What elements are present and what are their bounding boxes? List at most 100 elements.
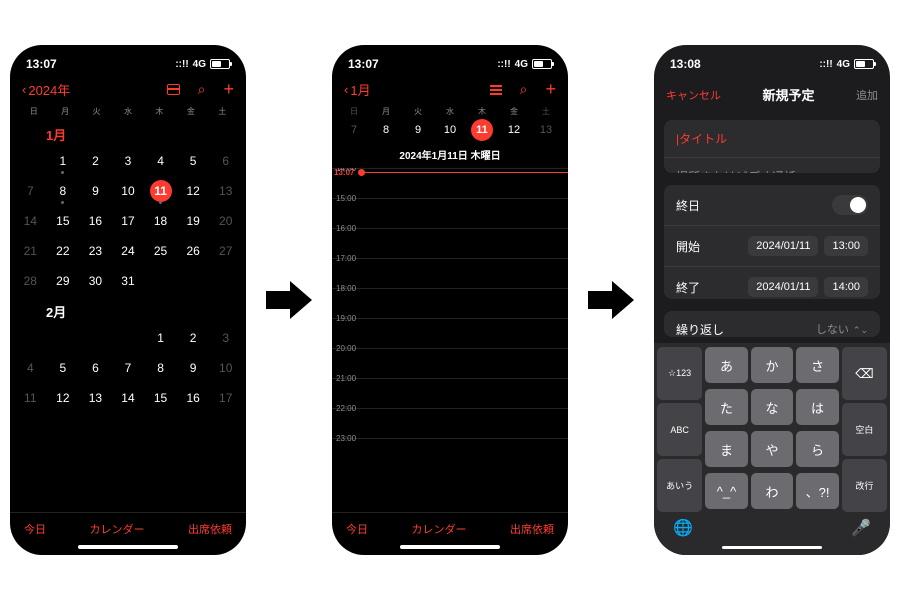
day-cell[interactable]: 11	[14, 383, 47, 413]
day-cell[interactable]: 13	[209, 176, 242, 206]
home-indicator[interactable]	[722, 546, 822, 549]
day-cell[interactable]: 19	[177, 206, 210, 236]
day-cell[interactable]: 3	[112, 146, 145, 176]
day-strip-cell[interactable]: 火9	[402, 106, 434, 141]
hour-row[interactable]: 19:00	[332, 318, 568, 348]
hour-row[interactable]: 21:00	[332, 378, 568, 408]
day-cell[interactable]: 6	[209, 146, 242, 176]
back-button[interactable]: ‹ 1月	[344, 80, 371, 99]
list-toggle-icon[interactable]	[490, 85, 502, 95]
end-time-pill[interactable]: 14:00	[824, 277, 868, 297]
day-cell[interactable]: 18	[144, 206, 177, 236]
hour-row[interactable]: 16:00	[332, 228, 568, 258]
inbox-button[interactable]: 出席依頼	[188, 521, 232, 537]
start-date-pill[interactable]: 2024/01/11	[748, 236, 818, 256]
key[interactable]: ら	[796, 431, 839, 467]
add-button[interactable]: 追加	[856, 87, 878, 103]
day-cell[interactable]: 2	[79, 146, 112, 176]
globe-icon[interactable]: 🌐	[673, 518, 693, 538]
allday-toggle[interactable]	[832, 195, 868, 215]
day-cell[interactable]: 25	[144, 236, 177, 266]
key-return[interactable]: 改行	[842, 459, 887, 512]
day-cell[interactable]: 12	[177, 176, 210, 206]
day-cell[interactable]: 23	[79, 236, 112, 266]
day-strip-cell[interactable]: 金12	[498, 106, 530, 141]
key[interactable]: ^_^	[705, 473, 748, 509]
end-date-pill[interactable]: 2024/01/11	[748, 277, 818, 297]
day-cell[interactable]: 7	[14, 176, 47, 206]
end-row[interactable]: 終了 2024/01/11 14:00	[664, 267, 880, 299]
hour-row[interactable]: 17:00	[332, 258, 568, 288]
day-cell[interactable]: 2	[177, 323, 210, 353]
day-cell[interactable]: 27	[209, 236, 242, 266]
day-cell[interactable]: 11	[144, 176, 177, 206]
search-icon[interactable]: ⌕	[198, 81, 206, 98]
mic-icon[interactable]: 🎤	[851, 518, 871, 538]
hour-row[interactable]: 23:00	[332, 438, 568, 468]
day-cell[interactable]: 17	[209, 383, 242, 413]
day-cell[interactable]: 22	[47, 236, 80, 266]
repeat-row[interactable]: 繰り返し しない⌃⌄	[664, 311, 880, 337]
day-cell[interactable]: 7	[112, 353, 145, 383]
key[interactable]: わ	[751, 473, 794, 509]
hour-row[interactable]: 14:00	[332, 168, 568, 198]
day-cell[interactable]: 1	[144, 323, 177, 353]
hour-row[interactable]: 15:00	[332, 198, 568, 228]
key-num[interactable]: ☆123	[657, 347, 702, 400]
day-cell[interactable]: 31	[112, 266, 145, 296]
key[interactable]: ま	[705, 431, 748, 467]
day-cell[interactable]: 8	[144, 353, 177, 383]
key-abc[interactable]: ABC	[657, 403, 702, 456]
day-cell[interactable]: 30	[79, 266, 112, 296]
day-cell[interactable]: 21	[14, 236, 47, 266]
key-delete[interactable]: ⌫	[842, 347, 887, 400]
day-cell[interactable]: 1	[47, 146, 80, 176]
start-time-pill[interactable]: 13:00	[824, 236, 868, 256]
day-strip-cell[interactable]: 日7	[338, 106, 370, 141]
search-icon[interactable]: ⌕	[520, 81, 528, 98]
day-cell[interactable]: 4	[14, 353, 47, 383]
key[interactable]: さ	[796, 347, 839, 383]
add-event-button[interactable]: +	[545, 79, 556, 100]
today-button[interactable]: 今日	[346, 521, 368, 537]
key-kana[interactable]: あいう	[657, 459, 702, 512]
location-input[interactable]: 場所またはビデオ通話	[664, 158, 880, 173]
day-cell[interactable]: 14	[112, 383, 145, 413]
day-cell[interactable]: 10	[209, 353, 242, 383]
hour-grid[interactable]: 13:07 14:0015:0016:0017:0018:0019:0020:0…	[332, 168, 568, 512]
key[interactable]: 、?!	[796, 473, 839, 509]
key[interactable]: や	[751, 431, 794, 467]
hour-row[interactable]: 18:00	[332, 288, 568, 318]
key[interactable]: か	[751, 347, 794, 383]
hour-row[interactable]: 22:00	[332, 408, 568, 438]
calendars-button[interactable]: カレンダー	[90, 521, 145, 537]
day-strip-cell[interactable]: 水10	[434, 106, 466, 141]
day-cell[interactable]: 20	[209, 206, 242, 236]
home-indicator[interactable]	[78, 545, 178, 549]
day-cell[interactable]: 14	[14, 206, 47, 236]
month-label-jan[interactable]: 1月	[14, 119, 242, 146]
key[interactable]: な	[751, 389, 794, 425]
hour-row[interactable]: 20:00	[332, 348, 568, 378]
inbox-button[interactable]: 出席依頼	[510, 521, 554, 537]
today-button[interactable]: 今日	[24, 521, 46, 537]
day-cell[interactable]: 5	[47, 353, 80, 383]
month-scroll[interactable]: 1月 1234567891011121314151617181920212223…	[10, 119, 246, 512]
day-cell[interactable]: 17	[112, 206, 145, 236]
key[interactable]: た	[705, 389, 748, 425]
day-cell[interactable]: 10	[112, 176, 145, 206]
start-row[interactable]: 開始 2024/01/11 13:00	[664, 226, 880, 267]
day-strip-cell[interactable]: 木11	[466, 106, 498, 141]
day-cell[interactable]: 16	[177, 383, 210, 413]
key[interactable]: あ	[705, 347, 748, 383]
day-cell[interactable]: 12	[47, 383, 80, 413]
day-cell[interactable]: 16	[79, 206, 112, 236]
day-strip-cell[interactable]: 土13	[530, 106, 562, 141]
day-cell[interactable]: 26	[177, 236, 210, 266]
back-button[interactable]: ‹ 2024年	[22, 80, 70, 99]
key-space[interactable]: 空白	[842, 403, 887, 456]
day-cell[interactable]: 5	[177, 146, 210, 176]
home-indicator[interactable]	[400, 545, 500, 549]
day-cell[interactable]: 4	[144, 146, 177, 176]
day-cell[interactable]: 8	[47, 176, 80, 206]
